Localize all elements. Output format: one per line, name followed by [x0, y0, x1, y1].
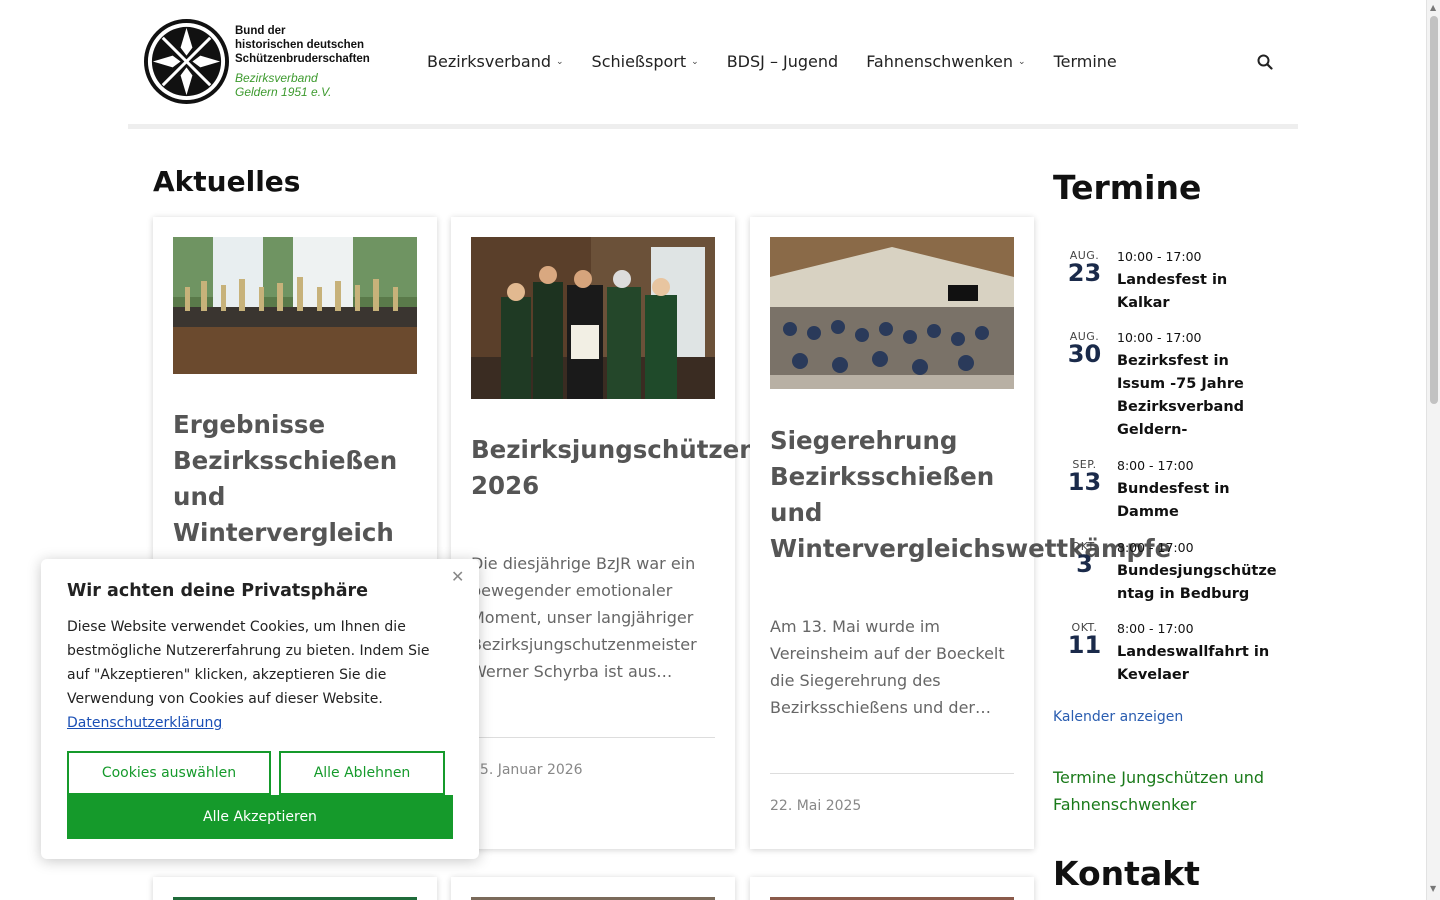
event-name[interactable]: Landeswallfahrt in Kevelaer — [1117, 641, 1277, 687]
post-image[interactable] — [770, 237, 1014, 389]
event-item[interactable]: AUG. 23 10:00 - 17:00 Landesfest in Kalk… — [1053, 249, 1283, 319]
event-time: 8:00 - 17:00 — [1117, 540, 1194, 555]
event-day: 30 — [1067, 340, 1102, 368]
event-item[interactable]: OKT. 3 8:00 - 17:00 Bundesjungschützenta… — [1053, 540, 1283, 610]
scrollbar-thumb[interactable] — [1430, 16, 1438, 404]
cookie-accept-button[interactable]: Alle Akzeptieren — [67, 795, 453, 839]
event-name[interactable]: Landesfest in Kalkar — [1117, 269, 1277, 315]
header-divider — [128, 124, 1298, 129]
nav-label: Bezirksverband — [427, 52, 551, 71]
scroll-up-icon[interactable]: ▲ — [1430, 3, 1436, 12]
event-day: 3 — [1076, 550, 1093, 578]
post-date: 22. Mai 2025 — [770, 798, 862, 814]
logo-line-3: Schützenbruderschaften — [235, 53, 370, 65]
sidebar-termine-title: Termine — [1053, 168, 1202, 207]
event-name[interactable]: Bundesfest in Damme — [1117, 478, 1277, 524]
post-card[interactable]: Bezirksjungschützenratsitzung 2026 Die d… — [451, 217, 898, 849]
nav-item-bdsj-jugend[interactable]: BDSJ – Jugend — [727, 52, 839, 71]
privacy-policy-link[interactable]: Datenschutzerklärung — [67, 715, 222, 731]
event-item[interactable]: AUG. 30 10:00 - 17:00 Bezirksfest in Iss… — [1053, 330, 1283, 450]
post-card[interactable] — [750, 877, 1034, 900]
event-time: 8:00 - 17:00 — [1117, 621, 1194, 636]
post-card[interactable] — [153, 877, 437, 900]
cookie-select-button[interactable]: Cookies auswählen — [67, 751, 271, 795]
post-divider — [471, 737, 715, 738]
page-title: Aktuelles — [153, 165, 301, 198]
post-card[interactable] — [451, 877, 735, 900]
event-name[interactable]: Bundesjungschützentag in Bedburg — [1117, 560, 1277, 606]
post-image[interactable] — [173, 237, 417, 374]
close-icon[interactable]: ✕ — [451, 567, 464, 586]
event-day: 13 — [1067, 468, 1102, 496]
event-time: 8:00 - 17:00 — [1117, 458, 1194, 473]
chevron-down-icon: ⌄ — [556, 56, 564, 67]
sidebar-kontakt-title: Kontakt — [1053, 854, 1200, 893]
scroll-down-icon[interactable]: ▼ — [1430, 884, 1436, 893]
site-header: Bund der historischen deutschen Schützen… — [0, 0, 1426, 126]
post-title[interactable]: Bezirksjungschützenratsitzung 2026 — [471, 432, 898, 504]
cookie-title: Wir achten deine Privatsphäre — [67, 581, 369, 601]
nav-label: Fahnenschwenken — [866, 52, 1014, 71]
logo-subtitle: Bezirksverband Geldern 1951 e.V. — [235, 71, 332, 99]
cookie-reject-button[interactable]: Alle Ablehnen — [279, 751, 445, 795]
emblem-icon — [143, 18, 230, 105]
event-item[interactable]: OKT. 11 8:00 - 17:00 Landeswallfahrt in … — [1053, 621, 1283, 691]
logo-sub-1: Bezirksverband — [235, 71, 318, 85]
post-title[interactable]: Siegerehrung Bezirksschießen und Winterv… — [770, 423, 1171, 567]
event-day: 11 — [1067, 631, 1102, 659]
logo-line-2: historischen deutschen — [235, 39, 365, 51]
calendar-link[interactable]: Kalender anzeigen — [1053, 709, 1183, 725]
nav-label: Termine — [1053, 52, 1117, 71]
main-nav: Bezirksverband ⌄ Schießsport ⌄ BDSJ – Ju… — [427, 52, 1145, 71]
chevron-down-icon: ⌄ — [1018, 56, 1026, 67]
search-icon[interactable] — [1257, 54, 1273, 70]
nav-label: Schießsport — [591, 52, 687, 71]
post-excerpt: Am 13. Mai wurde im Vereinsheim auf der … — [770, 617, 1005, 717]
nav-label: BDSJ – Jugend — [726, 52, 839, 71]
nav-item-bezirksverband[interactable]: Bezirksverband ⌄ — [427, 52, 564, 71]
site-logo[interactable]: Bund der historischen deutschen Schützen… — [143, 18, 383, 108]
page-scrollbar[interactable]: ▲ ▼ — [1426, 0, 1440, 900]
chevron-down-icon: ⌄ — [691, 56, 699, 67]
event-time: 10:00 - 17:00 — [1117, 249, 1202, 264]
post-divider — [770, 773, 1014, 774]
post-date: 25. Januar 2026 — [471, 762, 583, 778]
post-excerpt: Die diesjährige BzJR war ein bewegender … — [471, 554, 697, 681]
logo-text: Bund der historischen deutschen Schützen… — [235, 24, 370, 66]
cookie-consent-dialog: Wir achten deine Privatsphäre ✕ Diese We… — [41, 559, 479, 859]
cookie-text: Diese Website verwendet Cookies, um Ihne… — [67, 615, 447, 735]
nav-item-termine[interactable]: Termine — [1054, 52, 1117, 71]
post-card[interactable]: Siegerehrung Bezirksschießen und Winterv… — [750, 217, 1171, 849]
nav-item-fahnenschwenken[interactable]: Fahnenschwenken ⌄ — [866, 52, 1025, 71]
logo-line-1: Bund der — [235, 25, 286, 37]
post-image[interactable] — [471, 237, 715, 399]
event-time: 10:00 - 17:00 — [1117, 330, 1202, 345]
event-day: 23 — [1067, 259, 1102, 287]
logo-sub-2: Geldern 1951 e.V. — [235, 85, 332, 99]
event-item[interactable]: SEP. 13 8:00 - 17:00 Bundesfest in Damme — [1053, 458, 1283, 528]
cookie-text-body: Diese Website verwendet Cookies, um Ihne… — [67, 619, 430, 707]
jungschuetzen-termine-link[interactable]: Termine Jungschützen und Fahnenschwenker — [1053, 764, 1283, 818]
post-title[interactable]: Ergebnisse Bezirksschießen und Winterver… — [173, 407, 423, 551]
nav-item-schiesssport[interactable]: Schießsport ⌄ — [592, 52, 699, 71]
event-name[interactable]: Bezirksfest in Issum -75 Jahre Bezirksve… — [1117, 350, 1277, 442]
